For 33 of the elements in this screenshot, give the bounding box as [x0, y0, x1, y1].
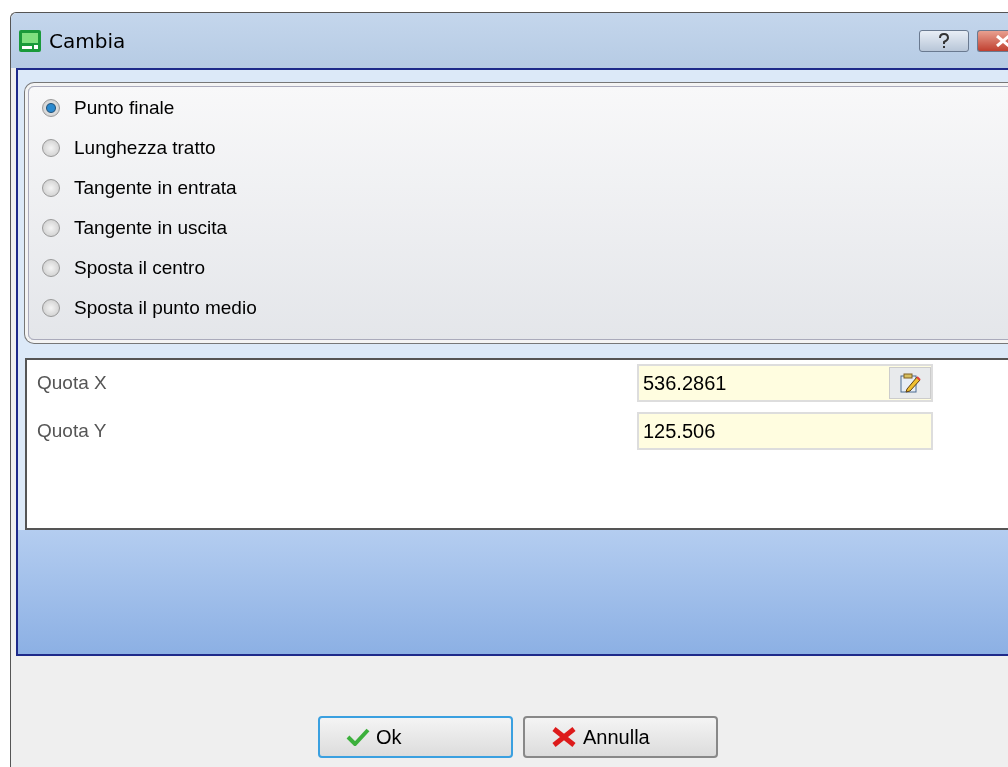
- radio-button[interactable]: [42, 299, 60, 317]
- radio-label: Tangente in entrata: [74, 177, 237, 199]
- radio-button[interactable]: [42, 139, 60, 157]
- help-icon: [937, 32, 951, 49]
- radio-label: Sposta il centro: [74, 257, 205, 279]
- help-button[interactable]: [919, 29, 969, 52]
- close-icon: [994, 34, 1008, 47]
- radio-label: Lunghezza tratto: [74, 137, 216, 159]
- cancel-button[interactable]: Annulla: [523, 716, 718, 758]
- radio-option[interactable]: Tangente in uscita: [42, 216, 228, 240]
- input-field[interactable]: 536.2861: [637, 364, 933, 402]
- radio-button[interactable]: [42, 219, 60, 237]
- radio-button[interactable]: [42, 99, 60, 117]
- input-field[interactable]: 125.506: [637, 412, 933, 450]
- edit-button[interactable]: [889, 367, 931, 399]
- window-title: Cambia: [49, 28, 126, 53]
- radio-label: Tangente in uscita: [74, 217, 228, 239]
- radio-label: Sposta il punto medio: [74, 297, 257, 319]
- radio-button[interactable]: [42, 259, 60, 277]
- x-mark-icon: [551, 727, 577, 747]
- radio-button[interactable]: [42, 179, 60, 197]
- field-label: Quota Y: [37, 420, 107, 442]
- radio-option[interactable]: Tangente in entrata: [42, 176, 237, 200]
- radio-option[interactable]: Punto finale: [42, 96, 175, 120]
- ok-button[interactable]: Ok: [318, 716, 513, 758]
- app-icon: [19, 29, 41, 52]
- field-label: Quota X: [37, 372, 107, 394]
- radio-label: Punto finale: [74, 97, 175, 119]
- checkmark-icon: [346, 728, 370, 746]
- radio-option[interactable]: Sposta il punto medio: [42, 296, 257, 320]
- notepad-pencil-icon: [899, 372, 921, 394]
- radio-option[interactable]: Lunghezza tratto: [42, 136, 216, 160]
- radio-option[interactable]: Sposta il centro: [42, 256, 205, 280]
